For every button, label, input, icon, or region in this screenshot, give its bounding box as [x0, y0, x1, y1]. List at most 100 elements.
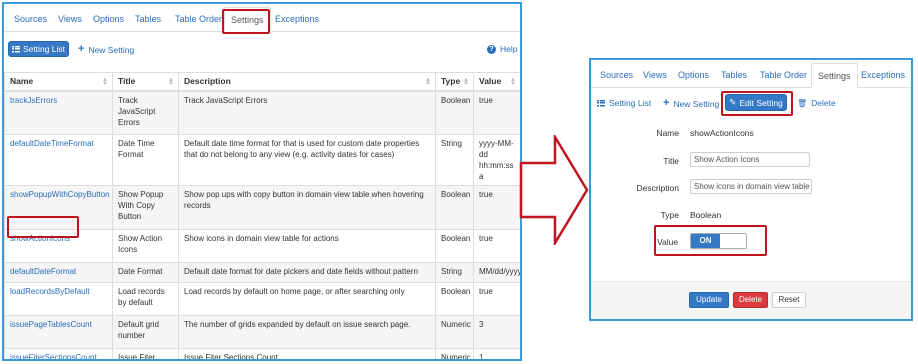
table-row[interactable]: issueFiterSectionsCount Issue Fiter Sect… — [4, 348, 520, 359]
header-label: Description — [184, 76, 231, 87]
name-value: showActionIcons — [690, 128, 754, 138]
right-arrow-icon — [519, 135, 589, 245]
setting-description: Show icons in domain view table for acti… — [178, 229, 436, 263]
setting-name-link[interactable]: loadRecordsByDefault — [4, 282, 113, 316]
setting-description: Default date format for date pickers and… — [178, 262, 436, 283]
setting-name-link[interactable]: issueFiterSectionsCount — [4, 348, 113, 359]
tab-tables[interactable]: Tables — [129, 7, 167, 32]
tab-sources[interactable]: Sources — [8, 7, 53, 32]
tab-options[interactable]: Options — [87, 7, 130, 32]
tab-views[interactable]: Views — [52, 7, 88, 32]
toggle-on-label: ON — [691, 234, 720, 248]
help-label: Help — [500, 44, 518, 54]
setting-list-label: Setting List — [609, 98, 652, 108]
pencil-icon: ✎ — [729, 97, 737, 107]
setting-type: Boolean — [435, 90, 474, 135]
tab-settings[interactable]: Settings — [811, 63, 858, 88]
table-row[interactable]: defaultDateTimeFormat Date Time Format D… — [4, 134, 520, 186]
setting-description: Show pop ups with copy button in domain … — [178, 185, 436, 230]
help-icon: ? — [487, 44, 496, 54]
right-toolbar: Setting List + New Setting ✎ Edit Settin… — [591, 88, 911, 118]
tab-sources[interactable]: Sources — [594, 63, 639, 88]
tab-table-order[interactable]: Table Order — [169, 7, 228, 32]
sort-icon: ▲ ▼ — [463, 77, 469, 87]
column-header-title[interactable]: Title ▲ ▼ — [112, 72, 179, 92]
setting-name-link[interactable]: trackJsErrors — [4, 90, 113, 135]
plus-icon: + — [78, 43, 85, 55]
tab-settings[interactable]: Settings — [224, 7, 271, 32]
setting-value: 3 — [473, 315, 520, 349]
title-field[interactable]: Show Action Icons — [690, 152, 810, 167]
new-setting-label: New Setting — [673, 98, 720, 109]
tab-views[interactable]: Views — [637, 63, 673, 88]
reset-button[interactable]: Reset — [772, 292, 806, 308]
title-label: Title — [663, 156, 679, 166]
setting-description: Track JavaScript Errors — [178, 90, 436, 135]
setting-title: Load records by default — [112, 282, 179, 316]
column-header-value[interactable]: Value ▲ ▼ — [473, 72, 520, 92]
setting-list-link[interactable]: Setting List — [597, 98, 651, 108]
header-label: Name — [10, 76, 34, 87]
setting-title: Track JavaScript Errors — [112, 90, 179, 135]
setting-type: Boolean — [435, 229, 474, 263]
sort-icon: ▲ ▼ — [102, 77, 108, 87]
setting-value: true — [473, 282, 520, 316]
table-header-row: Name ▲ ▼ Title ▲ ▼ Description ▲ ▼ Type ▲ ▼ Valu… — [4, 72, 520, 92]
sort-icon: ▲ ▼ — [510, 77, 516, 87]
setting-value: true — [473, 185, 520, 230]
description-label: Description — [636, 183, 679, 193]
table-row[interactable]: showPopupWithCopyButton Show Popup With … — [4, 185, 520, 230]
column-header-name[interactable]: Name ▲ ▼ — [4, 72, 113, 92]
setting-title: Issue Fiter Sections Count — [112, 348, 179, 359]
delete-link[interactable]: 🗑 Delete — [797, 98, 836, 108]
setting-type: Numeric — [435, 315, 474, 349]
new-setting-link[interactable]: + New Setting — [663, 98, 719, 109]
update-button[interactable]: Update — [689, 292, 729, 308]
table-row[interactable]: trackJsErrors Track JavaScript Errors Tr… — [4, 90, 520, 135]
setting-title: Show Action Icons — [112, 229, 179, 263]
setting-type: String — [435, 134, 474, 186]
type-label: Type — [660, 210, 679, 220]
header-label: Title — [118, 76, 136, 87]
table-row[interactable]: defaultDateFormat Date Format Default da… — [4, 262, 520, 283]
setting-type: Numeric — [435, 348, 474, 359]
setting-description: Default date time format for that is use… — [178, 134, 436, 186]
delete-button[interactable]: Delete — [733, 292, 768, 308]
setting-name-link[interactable]: showPopupWithCopyButton — [4, 185, 113, 230]
new-setting-link[interactable]: + New Setting — [78, 44, 134, 55]
type-value: Boolean — [690, 210, 722, 220]
table-row[interactable]: issuePageTablesCount Default grid number… — [4, 315, 520, 349]
edit-setting-label: Edit Setting — [739, 97, 783, 108]
tab-table-order[interactable]: Table Order — [754, 63, 813, 88]
column-header-type[interactable]: Type ▲ ▼ — [435, 72, 474, 92]
value-toggle[interactable]: ON — [690, 233, 747, 249]
left-tab-bar: Sources Views Options Tables Table Order… — [4, 4, 520, 32]
setting-value: 1 — [473, 348, 520, 359]
tab-tables[interactable]: Tables — [715, 63, 753, 88]
tab-exceptions[interactable]: Exceptions — [855, 63, 911, 88]
table-row[interactable]: loadRecordsByDefault Load records by def… — [4, 282, 520, 316]
description-field[interactable]: Show icons in domain view table — [690, 179, 812, 194]
settings-table: Name ▲ ▼ Title ▲ ▼ Description ▲ ▼ Type ▲ ▼ Valu… — [4, 72, 520, 359]
form-footer: Update Delete Reset — [591, 281, 911, 319]
setting-value: true — [473, 90, 520, 135]
setting-type: Boolean — [435, 185, 474, 230]
table-row[interactable]: showActionIcons Show Action Icons Show i… — [4, 229, 520, 263]
column-header-description[interactable]: Description ▲ ▼ — [178, 72, 436, 92]
setting-name-link[interactable]: defaultDateTimeFormat — [4, 134, 113, 186]
setting-list-label: Setting List — [22, 44, 66, 54]
setting-description: Issue Fiter Sections Count — [178, 348, 436, 359]
help-link[interactable]: ? Help — [487, 44, 517, 54]
setting-value: MM/dd/yyyy — [473, 262, 520, 283]
setting-name-link[interactable]: issuePageTablesCount — [4, 315, 113, 349]
left-toolbar: Setting List + New Setting ? Help — [4, 32, 520, 66]
setting-title: Date Format — [112, 262, 179, 283]
trash-icon: 🗑 — [797, 98, 808, 108]
tab-exceptions[interactable]: Exceptions — [269, 7, 325, 32]
new-setting-label: New Setting — [88, 44, 135, 55]
setting-name-link[interactable]: defaultDateFormat — [4, 262, 113, 283]
tab-options[interactable]: Options — [672, 63, 715, 88]
edit-setting-button[interactable]: ✎ Edit Setting — [725, 94, 787, 111]
setting-list-button[interactable]: Setting List — [8, 41, 69, 57]
setting-name-link[interactable]: showActionIcons — [4, 229, 113, 263]
